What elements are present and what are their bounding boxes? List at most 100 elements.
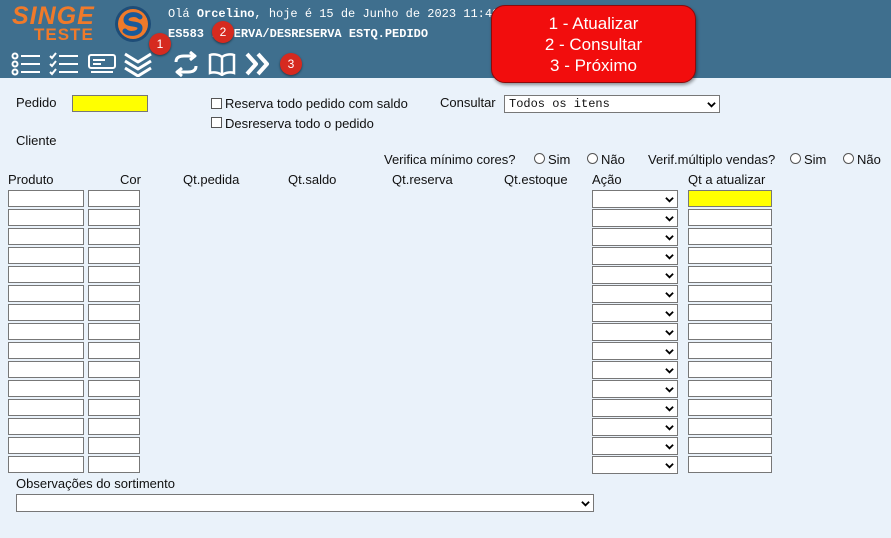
- list-button[interactable]: [10, 50, 42, 78]
- cor-input[interactable]: [88, 342, 140, 359]
- acao-select[interactable]: [592, 266, 678, 284]
- produto-input[interactable]: [8, 323, 84, 340]
- col-acao: Ação: [592, 172, 622, 187]
- acao-select[interactable]: [592, 437, 678, 455]
- checklist-button[interactable]: [48, 50, 80, 78]
- chevron-down-icon: [665, 273, 674, 279]
- produto-input[interactable]: [8, 342, 84, 359]
- collapse-button[interactable]: [122, 50, 154, 78]
- qt-atualizar-input[interactable]: [688, 209, 772, 226]
- acao-select[interactable]: [592, 456, 678, 474]
- pedido-input[interactable]: [72, 95, 148, 112]
- produto-input[interactable]: [8, 361, 84, 378]
- produto-input[interactable]: [8, 304, 84, 321]
- produto-input[interactable]: [8, 437, 84, 454]
- chevron-down-icon: [665, 254, 674, 260]
- qt-atualizar-input[interactable]: [688, 380, 772, 397]
- singe-logo: SINGE TESTE: [12, 2, 108, 46]
- chevron-down-icon: [665, 368, 674, 374]
- cor-input[interactable]: [88, 323, 140, 340]
- produto-input[interactable]: [8, 418, 84, 435]
- acao-select[interactable]: [592, 190, 678, 208]
- desreserva-todo-checkbox[interactable]: [211, 117, 222, 128]
- qt-atualizar-input[interactable]: [688, 304, 772, 321]
- produto-input[interactable]: [8, 285, 84, 302]
- qt-atualizar-input[interactable]: [688, 342, 772, 359]
- chevron-down-icon: [665, 387, 674, 393]
- produto-input[interactable]: [8, 266, 84, 283]
- qt-atualizar-input[interactable]: [688, 228, 772, 245]
- refresh-icon: [174, 51, 198, 77]
- acao-select[interactable]: [592, 418, 678, 436]
- qt-atualizar-input[interactable]: [688, 361, 772, 378]
- produto-input[interactable]: [8, 456, 84, 473]
- chevron-down-icon: [665, 235, 674, 241]
- col-produto: Produto: [8, 172, 54, 187]
- produto-input[interactable]: [8, 228, 84, 245]
- chevron-down-icon: [665, 444, 674, 450]
- double-chevron-right-icon: [245, 52, 269, 76]
- qt-atualizar-input[interactable]: [688, 266, 772, 283]
- qt-atualizar-input[interactable]: [688, 285, 772, 302]
- verifica-minimo-nao-radio[interactable]: [587, 153, 598, 164]
- acao-select[interactable]: [592, 323, 678, 341]
- cor-input[interactable]: [88, 209, 140, 226]
- qt-atualizar-input[interactable]: [688, 456, 772, 473]
- consultar-select[interactable]: Todos os itens: [504, 95, 720, 113]
- callout-line-2: 2 - Consultar: [544, 35, 643, 54]
- cor-input[interactable]: [88, 190, 140, 207]
- card-icon: [88, 54, 116, 73]
- greeting-text: Olá Orcelino, hoje é 15 de Junho de 2023…: [168, 7, 506, 21]
- brand-s-icon: [115, 6, 151, 42]
- consultar-button[interactable]: [206, 50, 238, 78]
- verifica-minimo-sim-radio[interactable]: [534, 153, 545, 164]
- cor-input[interactable]: [88, 304, 140, 321]
- reserva-todo-checkbox[interactable]: [211, 98, 222, 109]
- proximo-button[interactable]: [242, 50, 274, 78]
- produto-input[interactable]: [8, 247, 84, 264]
- produto-input[interactable]: [8, 399, 84, 416]
- reserva-todo-label: Reserva todo pedido com saldo: [225, 96, 408, 111]
- col-qt-reserva: Qt.reserva: [392, 172, 453, 187]
- produto-input[interactable]: [8, 190, 84, 207]
- cor-input[interactable]: [88, 437, 140, 454]
- qt-atualizar-input[interactable]: [688, 190, 772, 207]
- qt-atualizar-input[interactable]: [688, 437, 772, 454]
- col-cor: Cor: [120, 172, 141, 187]
- cor-input[interactable]: [88, 247, 140, 264]
- cor-input[interactable]: [88, 285, 140, 302]
- acao-select[interactable]: [592, 361, 678, 379]
- acao-select[interactable]: [592, 285, 678, 303]
- acao-select[interactable]: [592, 209, 678, 227]
- qt-atualizar-input[interactable]: [688, 247, 772, 264]
- produto-input[interactable]: [8, 209, 84, 226]
- atualizar-button[interactable]: [170, 50, 202, 78]
- qt-atualizar-input[interactable]: [688, 399, 772, 416]
- cor-input[interactable]: [88, 418, 140, 435]
- verif-multiplo-nao-radio[interactable]: [843, 153, 854, 164]
- acao-select[interactable]: [592, 247, 678, 265]
- cor-input[interactable]: [88, 266, 140, 283]
- qt-atualizar-input[interactable]: [688, 323, 772, 340]
- badge-3: 3: [280, 53, 302, 75]
- list-icon: [11, 52, 40, 76]
- acao-select[interactable]: [592, 304, 678, 322]
- verifica-minimo-sim-label: Sim: [548, 152, 571, 167]
- consultar-label: Consultar: [440, 95, 496, 110]
- qt-atualizar-input[interactable]: [688, 418, 772, 435]
- observacoes-select[interactable]: [16, 494, 594, 512]
- produto-input[interactable]: [8, 380, 84, 397]
- acao-select[interactable]: [592, 342, 678, 360]
- chevron-down-icon: [665, 406, 674, 412]
- acao-select[interactable]: [592, 399, 678, 417]
- acao-select[interactable]: [592, 380, 678, 398]
- card-button[interactable]: [86, 50, 118, 78]
- cor-input[interactable]: [88, 399, 140, 416]
- acao-select[interactable]: [592, 228, 678, 246]
- chevron-down-icon: [665, 197, 674, 203]
- cor-input[interactable]: [88, 361, 140, 378]
- cor-input[interactable]: [88, 228, 140, 245]
- cor-input[interactable]: [88, 380, 140, 397]
- cor-input[interactable]: [88, 456, 140, 473]
- verif-multiplo-sim-radio[interactable]: [790, 153, 801, 164]
